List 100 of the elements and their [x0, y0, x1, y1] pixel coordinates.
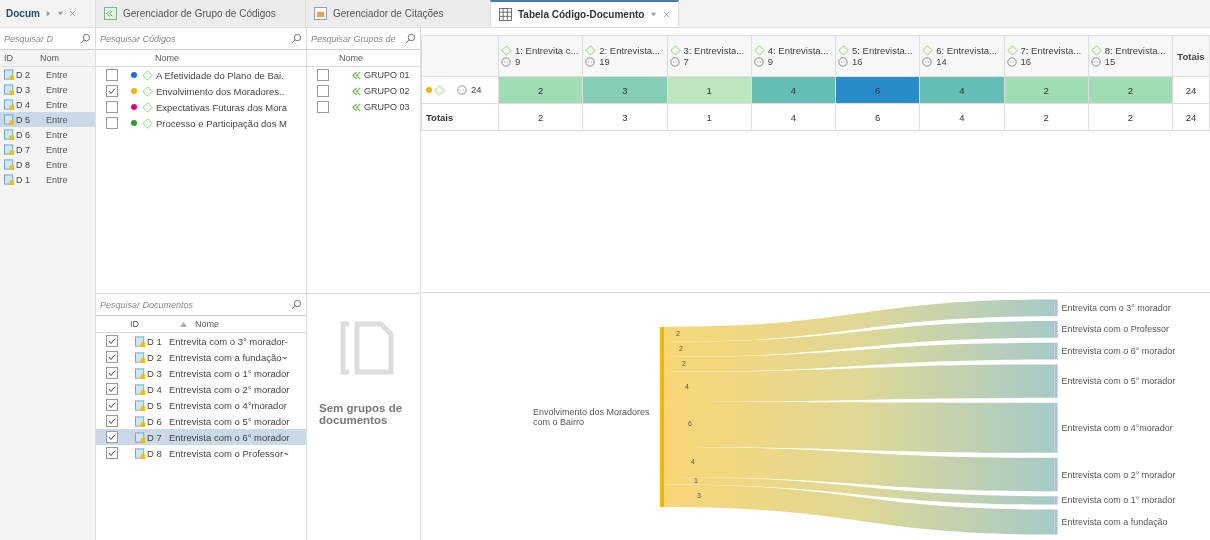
code-name[interactable]: A Efetividade do Plano de Bai.: [156, 69, 284, 81]
code-group-icon: [351, 70, 364, 80]
table-cell[interactable]: 2: [1088, 76, 1173, 104]
document-row[interactable]: D 2 Entre: [0, 67, 95, 82]
document-row[interactable]: D 6 Entrevista com o 5° morador: [96, 413, 306, 429]
close-icon[interactable]: [663, 11, 671, 18]
document-row[interactable]: D 2 Entrevista com a fundação~: [96, 349, 306, 365]
panel-title[interactable]: Docum: [6, 8, 40, 19]
group-name[interactable]: GRUPO 02: [364, 86, 410, 96]
column-header[interactable]: Nom: [40, 53, 59, 63]
code-name[interactable]: Envolvimento dos Moradores..: [156, 85, 285, 97]
document-row[interactable]: D 1 Entre: [0, 172, 95, 187]
checkbox[interactable]: [106, 335, 118, 347]
code-name[interactable]: Expectativas Futuras dos Mora: [156, 101, 287, 113]
document-row[interactable]: D 7 Entre: [0, 142, 95, 157]
document-row[interactable]: D 3 Entrevista com o 1° morador: [96, 365, 306, 381]
table-cell: 4: [751, 103, 836, 131]
code-name[interactable]: Processo e Participação dos M: [156, 117, 287, 129]
column-header[interactable]: Nome: [307, 53, 363, 63]
column-header[interactable]: 4: Entrevista... 9: [751, 35, 836, 77]
document-icon: [4, 159, 15, 170]
row-header[interactable]: 24: [421, 76, 499, 104]
close-icon[interactable]: [68, 10, 76, 17]
checkbox[interactable]: [106, 447, 118, 459]
column-header[interactable]: 1: Entrevita c... 9: [498, 35, 583, 77]
checkbox[interactable]: [106, 351, 118, 363]
checkbox[interactable]: [106, 415, 118, 427]
node-label: Entrevista com o 1° morador: [1061, 494, 1176, 505]
diamond-icon: [838, 45, 849, 56]
table-cell[interactable]: 3: [582, 76, 667, 104]
document-row[interactable]: D 8 Entrevista com o Professor~: [96, 445, 306, 461]
dropdown-icon[interactable]: [650, 11, 658, 18]
dropdown-icon[interactable]: [56, 10, 64, 17]
document-row[interactable]: D 6 Entre: [0, 127, 95, 142]
document-icon: [135, 335, 146, 347]
document-icon: [135, 351, 146, 363]
document-row[interactable]: D 4 Entre: [0, 97, 95, 112]
search-icon: [405, 33, 416, 44]
search-icon: [291, 33, 302, 44]
table-cell[interactable]: 2: [1004, 76, 1089, 104]
quote-icon: [1006, 56, 1017, 67]
document-icon: [135, 415, 146, 427]
tab[interactable]: Tabela Código-Documento: [490, 0, 680, 27]
checkbox[interactable]: [317, 101, 329, 113]
checkbox[interactable]: [106, 383, 118, 395]
column-header[interactable]: 3: Entrevista... 7: [667, 35, 752, 77]
group-name[interactable]: GRUPO 03: [364, 102, 410, 112]
code-group-icon: [351, 86, 364, 96]
column-header[interactable]: Nome: [195, 319, 219, 329]
document-icon: [339, 320, 395, 376]
table-cell[interactable]: 1: [667, 76, 752, 104]
document-row[interactable]: D 8 Entre: [0, 157, 95, 172]
table-cell[interactable]: 2: [498, 76, 583, 104]
table-cell: 1: [667, 103, 752, 131]
document-row[interactable]: D 5 Entre: [0, 112, 95, 127]
diamond-icon: [142, 101, 153, 113]
checkbox[interactable]: [317, 69, 329, 81]
group-name[interactable]: GRUPO 01: [364, 70, 410, 80]
document-icon: [135, 431, 146, 443]
table-cell: 24: [1172, 103, 1210, 131]
column-header[interactable]: ID: [0, 53, 40, 63]
document-icon: [135, 367, 146, 379]
column-header[interactable]: ID: [96, 319, 180, 329]
checkbox[interactable]: [106, 85, 118, 97]
tab[interactable]: Gerenciador de Citações: [305, 0, 490, 27]
column-header[interactable]: 5: Entrevista... 16: [835, 35, 920, 77]
document-icon: [4, 114, 15, 125]
document-row[interactable]: D 5 Entrevista com o 4°morador: [96, 397, 306, 413]
document-row[interactable]: D 3 Entre: [0, 82, 95, 97]
table-cell[interactable]: 4: [751, 76, 836, 104]
checkbox[interactable]: [106, 117, 118, 129]
empty-message: Sem grupos de documentos: [319, 402, 404, 426]
table-cell[interactable]: 4: [919, 76, 1004, 104]
diamond-icon: [1090, 45, 1102, 56]
column-header[interactable]: 2: Entrevista... 19: [582, 35, 667, 77]
document-row[interactable]: D 1 Entrevita com o 3° morador-: [96, 333, 306, 349]
node-label: Entrevista com o 4°morador: [1061, 422, 1173, 433]
column-header[interactable]: 7: Entrevista... 16: [1004, 35, 1089, 77]
checkbox[interactable]: [317, 85, 329, 97]
checkbox[interactable]: [106, 399, 118, 411]
target-node: [1054, 320, 1058, 338]
tab[interactable]: Gerenciador de Grupo de Códigos: [95, 0, 305, 27]
column-header[interactable]: Totais: [1172, 35, 1210, 77]
document-row[interactable]: D 7 Entrevista com o 6° morador: [96, 429, 306, 445]
table-cell: 2: [1004, 103, 1089, 131]
document-icon: [4, 84, 15, 95]
target-node: [1054, 495, 1058, 505]
search-field[interactable]: Pesquisar D: [0, 28, 95, 50]
table-cell: 6: [835, 103, 920, 131]
document-icon: [135, 399, 146, 411]
column-header[interactable]: 8: Entrevista... 15: [1088, 35, 1173, 77]
column-header[interactable]: Nome: [96, 53, 179, 63]
checkbox[interactable]: [106, 101, 118, 113]
column-header[interactable]: 6: Entrevista... 14: [919, 35, 1004, 77]
checkbox[interactable]: [106, 431, 118, 443]
checkbox[interactable]: [106, 367, 118, 379]
table-cell[interactable]: 6: [835, 76, 920, 104]
document-row[interactable]: D 4 Entrevista com o 2° morador: [96, 381, 306, 397]
arrow-icon[interactable]: [44, 10, 52, 17]
checkbox[interactable]: [106, 69, 118, 81]
